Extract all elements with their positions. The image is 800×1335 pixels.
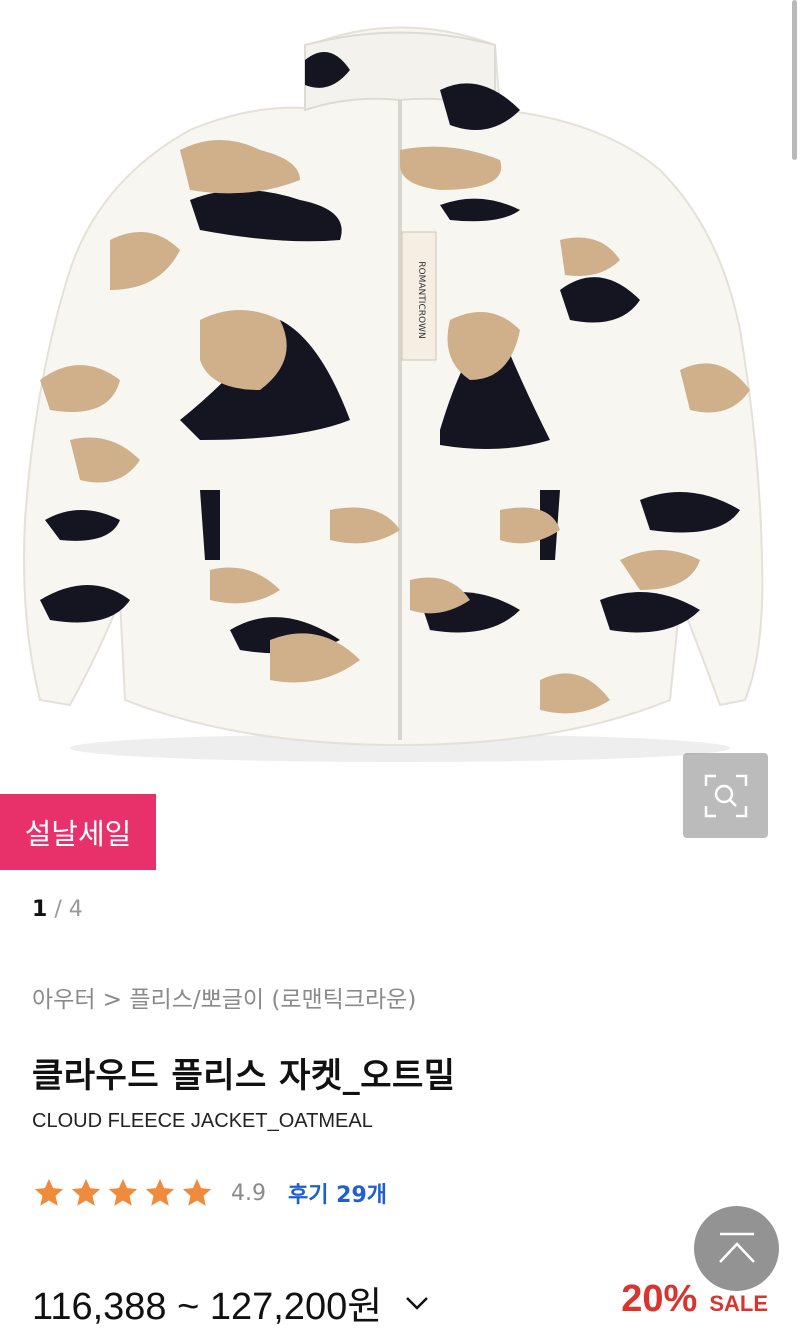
price-range: 116,388 ~ 127,200원 [32, 1286, 383, 1328]
star-icon [71, 1178, 101, 1206]
pager-separator: / [54, 897, 62, 922]
pager-current: 1 [32, 897, 48, 922]
breadcrumb[interactable]: 아우터 > 플리스/뽀글이 (로맨틱크라운) [32, 980, 416, 1014]
price-row[interactable]: 116,388 ~ 127,200원 [32, 1275, 430, 1330]
rating-value: 4.9 [231, 1180, 266, 1206]
star-icon [34, 1178, 64, 1206]
star-icon [145, 1178, 175, 1206]
chevron-down-icon[interactable] [404, 1295, 430, 1311]
scroll-top-icon [718, 1232, 755, 1263]
review-count-link[interactable]: 후기 29개 [288, 1177, 387, 1209]
discount-percent: 20% [621, 1278, 698, 1320]
discount-info: 20% SALE [621, 1278, 768, 1321]
star-icon [108, 1178, 138, 1206]
promo-badge: 설날세일 [0, 794, 156, 870]
label-tag-text: ROMANTICROWN [416, 261, 426, 338]
pager-total: 4 [68, 897, 83, 922]
rating-row: 4.9 후기 29개 [32, 1176, 387, 1210]
product-title: 클라우드 플리스 자켓_오트밀 [32, 1056, 456, 1096]
jacket-illustration: ROMANTICROWN [23, 26, 764, 762]
star-icon [182, 1178, 212, 1206]
image-pager: 1 / 4 [32, 897, 83, 922]
product-image[interactable]: ROMANTICROWN [0, 0, 800, 790]
zoom-icon [704, 774, 747, 817]
promo-badge-label: 설날세일 [24, 817, 132, 851]
product-subtitle: CLOUD FLEECE JACKET_OATMEAL [32, 1110, 373, 1132]
scrollbar[interactable] [792, 0, 797, 160]
zoom-button[interactable] [683, 753, 768, 838]
sale-label: SALE [709, 1291, 768, 1316]
